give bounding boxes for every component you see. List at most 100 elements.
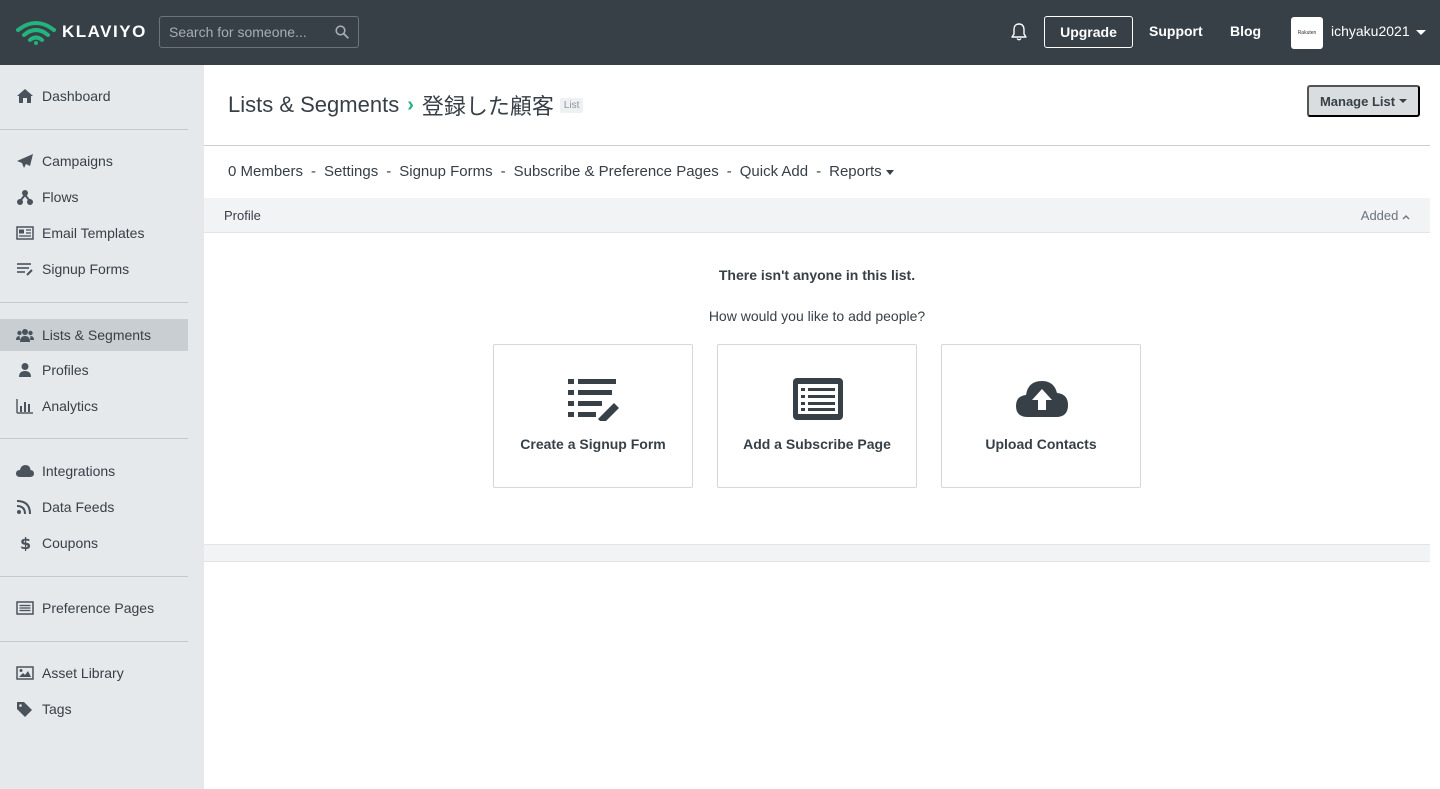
list-alt-icon [16, 600, 36, 616]
sidebar-item-asset-library[interactable]: Asset Library [0, 657, 188, 689]
sidebar: Dashboard Campaigns Flows Email Template… [0, 65, 204, 789]
sidebar-item-signup-forms[interactable]: Signup Forms [0, 253, 188, 285]
user-icon [16, 362, 36, 378]
sidebar-item-label: Data Feeds [42, 499, 115, 515]
upload-contacts-card[interactable]: Upload Contacts [941, 344, 1141, 488]
tab-quick-add[interactable]: Quick Add [740, 163, 808, 180]
sidebar-divider [0, 641, 188, 642]
sidebar-divider [0, 576, 188, 577]
list-tabs: 0 Members - Settings - Signup Forms - Su… [228, 163, 894, 180]
sidebar-item-label: Dashboard [42, 88, 111, 104]
sidebar-item-profiles[interactable]: Profiles [0, 354, 188, 386]
cloud-icon [16, 463, 36, 479]
sidebar-item-label: Integrations [42, 463, 116, 479]
brand-name: KLAVIYO [62, 22, 147, 41]
chevron-down-icon [1399, 99, 1408, 103]
klaviyo-wifi-icon [16, 21, 56, 45]
tab-separator: - [386, 163, 392, 180]
sidebar-item-dashboard[interactable]: Dashboard [0, 80, 188, 112]
rss-icon [16, 499, 36, 515]
sidebar-item-data-feeds[interactable]: Data Feeds [0, 491, 188, 523]
sidebar-item-label: Lists & Segments [42, 327, 151, 343]
table-footer [204, 544, 1430, 562]
main-content: Lists & Segments › 登録した顧客 List Manage Li… [204, 65, 1440, 789]
add-subscribe-page-card[interactable]: Add a Subscribe Page [717, 344, 917, 488]
search-box[interactable] [159, 16, 359, 48]
sidebar-item-label: Analytics [42, 398, 99, 414]
avatar[interactable]: Rakuten [1291, 17, 1323, 49]
sidebar-item-label: Flows [42, 189, 79, 205]
newspaper-icon [16, 225, 36, 241]
sidebar-item-analytics[interactable]: Analytics [0, 390, 188, 422]
search-input[interactable] [160, 24, 330, 40]
cloud-upload-icon [1016, 381, 1068, 417]
list-type-badge: List [559, 97, 584, 113]
account-menu[interactable]: ichyaku2021 [1331, 23, 1426, 39]
tab-reports-label: Reports [829, 163, 882, 180]
klaviyo-logo[interactable]: KLAVIYO [16, 18, 147, 46]
card-label: Add a Subscribe Page [743, 436, 891, 452]
sidebar-item-label: Signup Forms [42, 261, 130, 277]
tab-separator: - [816, 163, 822, 180]
column-added[interactable]: Added [1361, 208, 1410, 223]
search-icon[interactable] [335, 25, 349, 39]
sidebar-item-label: Preference Pages [42, 600, 155, 616]
sidebar-item-flows[interactable]: Flows [0, 181, 188, 213]
sidebar-item-label: Coupons [42, 535, 99, 551]
chevron-up-icon [1402, 214, 1410, 220]
sidebar-divider [0, 302, 188, 303]
column-profile[interactable]: Profile [224, 208, 261, 223]
sidebar-item-label: Profiles [42, 362, 89, 378]
sidebar-item-coupons[interactable]: $ Coupons [0, 527, 188, 559]
card-label: Upload Contacts [985, 436, 1097, 452]
tab-reports[interactable]: Reports [829, 163, 894, 180]
users-icon [16, 327, 36, 343]
divider [204, 145, 1430, 146]
manage-list-label: Manage List [1319, 93, 1396, 109]
tab-settings[interactable]: Settings [324, 163, 378, 180]
tag-icon [16, 701, 36, 717]
tab-separator: - [311, 163, 317, 180]
top-nav: KLAVIYO Upgrade Support Blog Rakuten ich… [0, 0, 1440, 65]
blog-link[interactable]: Blog [1230, 23, 1261, 39]
tab-signup-forms[interactable]: Signup Forms [399, 163, 492, 180]
card-label: Create a Signup Form [520, 436, 666, 452]
sidebar-divider [0, 129, 188, 130]
account-name: ichyaku2021 [1331, 23, 1410, 39]
sidebar-item-label: Tags [42, 701, 72, 717]
list-pencil-icon [568, 379, 619, 421]
chevron-right-icon: › [407, 93, 414, 116]
chevron-down-icon [1415, 29, 1426, 35]
sidebar-item-preference-pages[interactable]: Preference Pages [0, 592, 188, 624]
tab-separator: - [726, 163, 732, 180]
chevron-down-icon [885, 169, 894, 175]
bell-icon[interactable] [1009, 22, 1029, 42]
tab-subscribe-preference-pages[interactable]: Subscribe & Preference Pages [514, 163, 719, 180]
dollar-icon: $ [16, 535, 36, 551]
sidebar-item-tags[interactable]: Tags [0, 693, 188, 725]
create-signup-form-card[interactable]: Create a Signup Form [493, 344, 693, 488]
breadcrumb-lists-segments[interactable]: Lists & Segments [228, 92, 399, 118]
empty-state-subtitle: How would you like to add people? [708, 308, 926, 324]
table-header: Profile Added [204, 198, 1430, 233]
svg-text:$: $ [20, 535, 31, 551]
list-alt-icon [793, 378, 843, 420]
sidebar-item-campaigns[interactable]: Campaigns [0, 145, 188, 177]
empty-state-title: There isn't anyone in this list. [718, 267, 916, 283]
list-pencil-icon [16, 261, 36, 277]
upgrade-button[interactable]: Upgrade [1044, 16, 1133, 48]
sidebar-item-label: Email Templates [42, 225, 145, 241]
sidebar-divider [0, 438, 188, 439]
image-icon [16, 665, 36, 681]
sidebar-item-label: Asset Library [42, 665, 124, 681]
sidebar-item-email-templates[interactable]: Email Templates [0, 217, 188, 249]
tab-members[interactable]: 0 Members [228, 163, 303, 180]
sidebar-item-integrations[interactable]: Integrations [0, 455, 188, 487]
column-added-label: Added [1360, 208, 1399, 223]
page-title: 登録した顧客 [421, 94, 554, 119]
support-link[interactable]: Support [1149, 23, 1203, 39]
manage-list-button[interactable]: Manage List [1307, 85, 1420, 117]
sidebar-item-lists-segments[interactable]: Lists & Segments [0, 319, 188, 351]
bar-chart-icon [16, 398, 36, 414]
flows-icon [16, 189, 36, 205]
